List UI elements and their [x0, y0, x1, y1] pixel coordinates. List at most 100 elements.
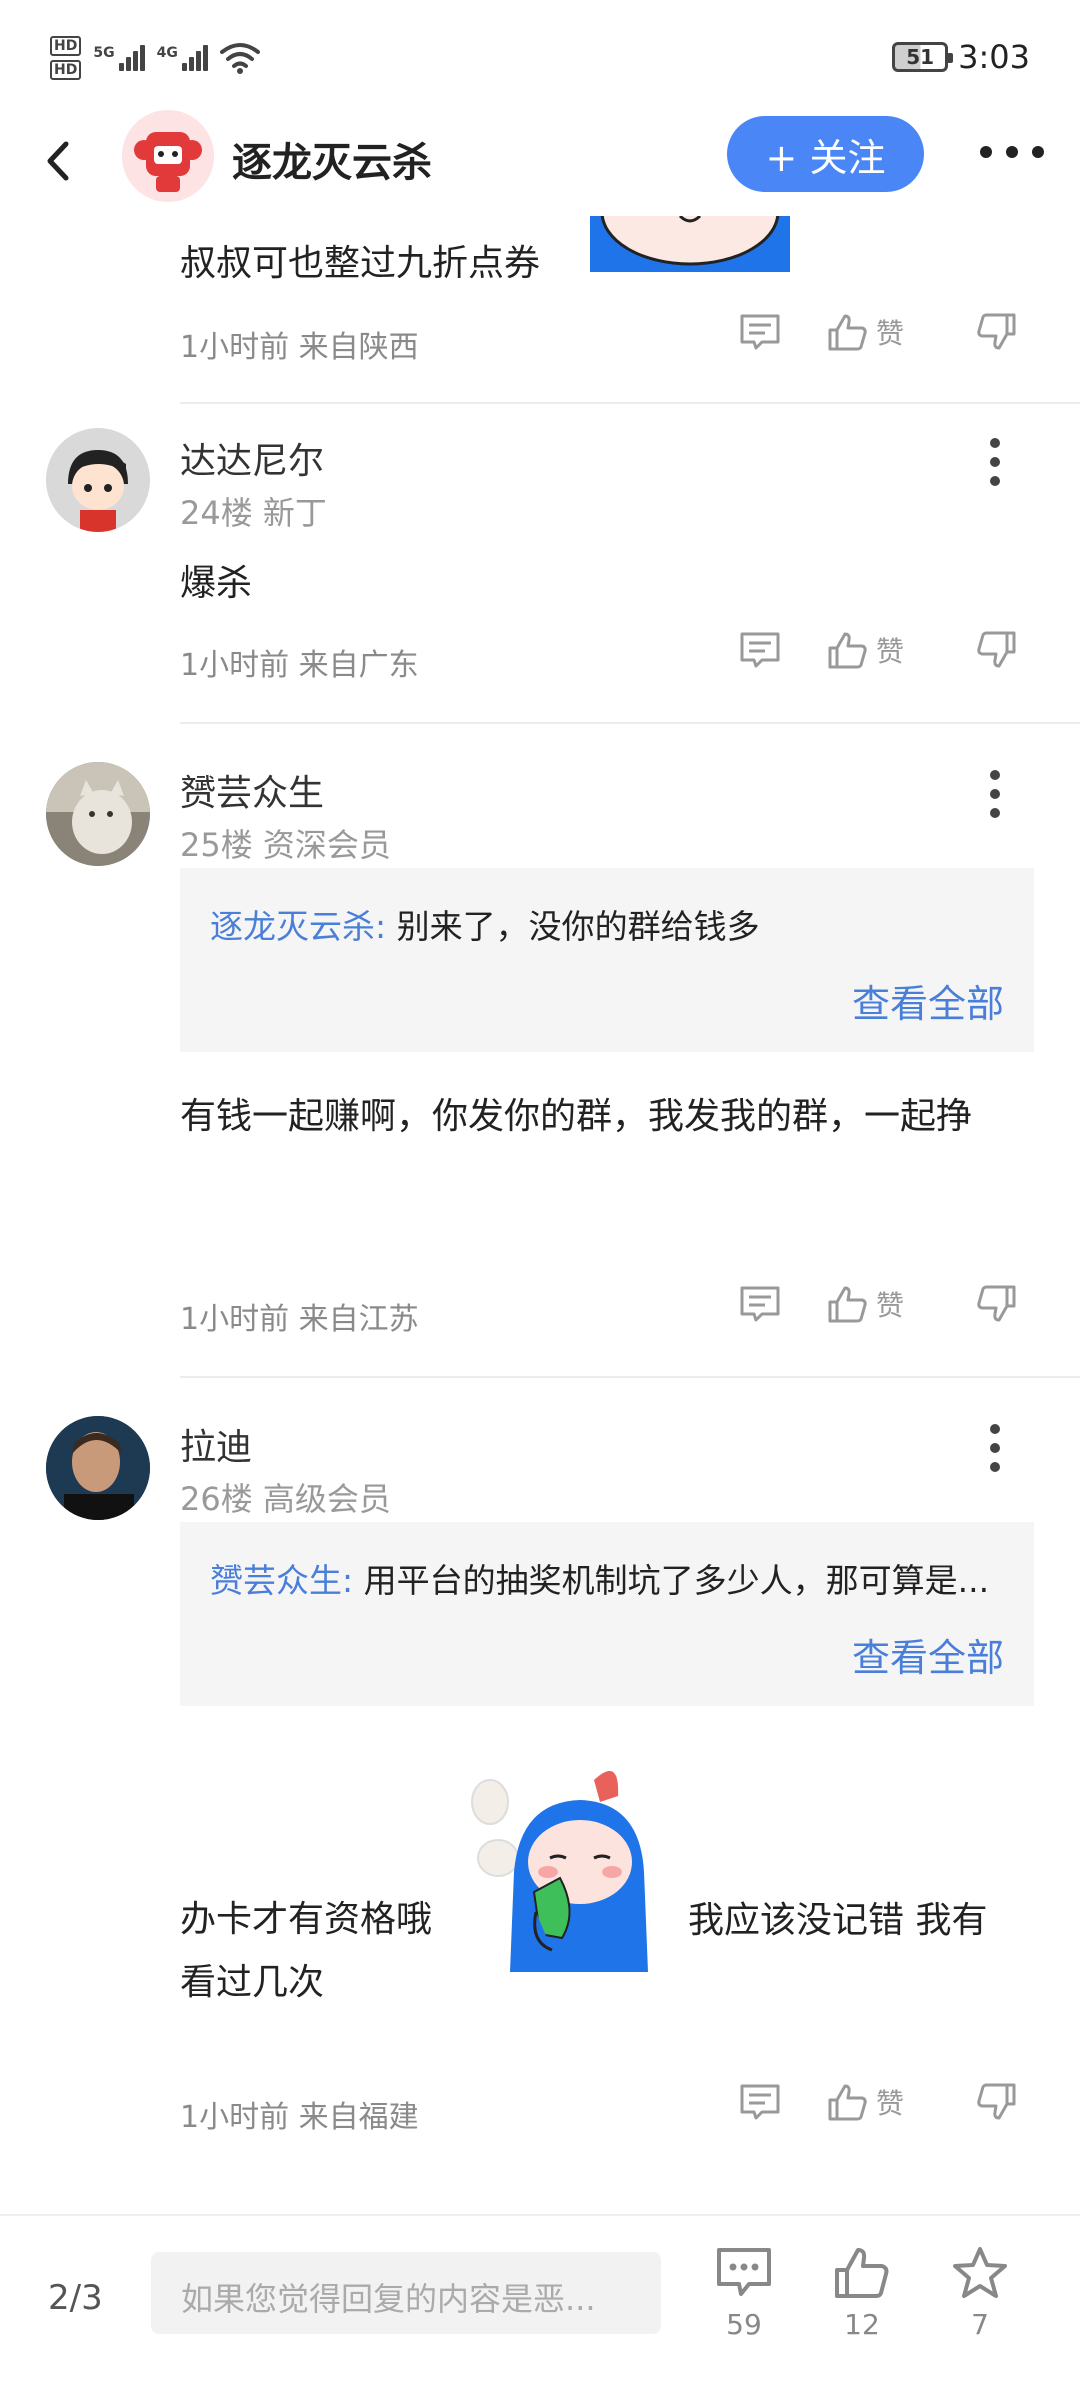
- like-label: 赞: [876, 635, 905, 668]
- hd-indicator: HD HD: [50, 36, 82, 80]
- signal-5g-icon: 5G: [93, 45, 145, 71]
- thumbs-up-icon: [828, 2084, 867, 2121]
- battery-level: 51: [906, 45, 935, 69]
- comment-meta: 1小时前 来自陕西 赞: [0, 312, 1080, 372]
- quoted-reply[interactable]: 逐龙灭云杀: 别来了，没你的群给钱多 查看全部: [180, 868, 1034, 1052]
- page-indicator[interactable]: 2/3: [48, 2278, 103, 2318]
- comment-time-location: 1小时前 来自福建: [180, 2100, 419, 2135]
- kebab-icon[interactable]: [990, 438, 1002, 486]
- avatar[interactable]: [46, 1416, 150, 1520]
- thumbs-down-icon: [977, 313, 1016, 350]
- avatar-image: [46, 762, 150, 866]
- more-icon[interactable]: [980, 146, 1044, 158]
- favorite-button[interactable]: 7: [940, 2246, 1020, 2341]
- star-icon: [953, 2247, 1007, 2298]
- thumbs-up-icon: [828, 314, 867, 351]
- thumbs-down-icon: [977, 631, 1016, 668]
- comment-count: 59: [726, 2308, 762, 2341]
- network-label-4g: 4G: [156, 45, 178, 61]
- quote-author[interactable]: 赟芸众生:: [210, 1561, 353, 1600]
- avatar-image: [46, 1416, 150, 1520]
- like-label: 赞: [876, 317, 905, 350]
- list-item: 达达尼尔 24楼 新丁 爆杀 1小时前 来自广东 赞: [0, 404, 1080, 756]
- comment-icon: [740, 1286, 780, 1322]
- hd-label-2: HD: [50, 60, 82, 80]
- clock: 3:03: [958, 38, 1030, 76]
- like-button[interactable]: 赞: [826, 2082, 904, 2122]
- kebab-icon[interactable]: [990, 1424, 1002, 1472]
- star-count: 7: [971, 2308, 989, 2341]
- reply-button[interactable]: [738, 312, 782, 352]
- like-button[interactable]: 赞: [826, 630, 904, 670]
- quote-text: 别来了，没你的群给钱多: [386, 907, 760, 946]
- thumbs-up-icon: [835, 2248, 889, 2298]
- reply-button[interactable]: [738, 1284, 782, 1324]
- reply-button[interactable]: [738, 2082, 782, 2122]
- comment-time-location: 1小时前 来自江苏: [180, 1302, 419, 1337]
- like-button[interactable]: 赞: [826, 1284, 904, 1324]
- avatar[interactable]: [46, 762, 150, 866]
- back-icon[interactable]: [34, 136, 84, 186]
- wifi-icon: [219, 43, 260, 74]
- network-label-5g: 5G: [93, 45, 115, 61]
- like-button[interactable]: 赞: [826, 312, 904, 352]
- comment-meta: 1小时前 来自江苏 赞: [0, 1284, 1080, 1344]
- status-bar: HD HD 5G 4G 51 3:03: [0, 0, 1080, 110]
- quote-line: 逐龙灭云杀: 别来了，没你的群给钱多: [210, 900, 1010, 948]
- mascot-icon: [122, 110, 214, 202]
- comment-meta: 1小时前 来自福建 赞: [0, 2082, 1080, 2142]
- comment-meta: 1小时前 来自广东 赞: [0, 630, 1080, 690]
- kebab-icon[interactable]: [990, 770, 1002, 818]
- view-all-link[interactable]: 查看全部: [852, 973, 1004, 1028]
- comment-text: 有钱一起赚啊，你发你的群，我发我的群，一起挣: [180, 1096, 973, 1137]
- like-label: 赞: [876, 1289, 905, 1322]
- avatar[interactable]: [46, 428, 150, 532]
- quote-line: 赟芸众生: 用平台的抽奖机制坑了多少人，那可算是...: [210, 1554, 1010, 1602]
- dislike-button[interactable]: [976, 630, 1018, 670]
- reply-input[interactable]: 如果您觉得回复的内容是恶...: [151, 2252, 661, 2334]
- quote-text: 用平台的抽奖机制坑了多少人，那可算是...: [353, 1561, 990, 1600]
- divider: [180, 1376, 1080, 1378]
- username[interactable]: 拉迪: [180, 1418, 252, 1470]
- list-item: 拉迪 26楼 高级会员 赟芸众生: 用平台的抽奖机制坑了多少人，那可算是... …: [0, 1410, 1080, 2210]
- like-label: 赞: [876, 2087, 905, 2120]
- like-post-button[interactable]: 12: [822, 2246, 902, 2341]
- username[interactable]: 达达尼尔: [180, 432, 324, 484]
- hd-label-1: HD: [50, 36, 82, 56]
- comment-time-location: 1小时前 来自广东: [180, 648, 419, 683]
- username[interactable]: 赟芸众生: [180, 764, 324, 816]
- reply-button[interactable]: [738, 630, 782, 670]
- comments-button[interactable]: 59: [704, 2246, 784, 2341]
- floor-info: 25楼 资深会员: [180, 826, 391, 864]
- header-avatar[interactable]: [122, 110, 214, 202]
- dislike-button[interactable]: [976, 2082, 1018, 2122]
- avatar-image: [46, 428, 150, 532]
- thumbs-up-icon: [828, 1286, 867, 1323]
- like-count: 12: [844, 2308, 880, 2341]
- comment-icon: [740, 632, 780, 668]
- quoted-reply[interactable]: 赟芸众生: 用平台的抽奖机制坑了多少人，那可算是... 查看全部: [180, 1522, 1034, 1706]
- comment-list: 叔叔可也整过九折点券 1小时前 来自陕西 赞 达达尼尔 24楼 新丁 爆杀 1小…: [0, 216, 1080, 2214]
- comment-text: 爆杀: [180, 563, 253, 604]
- comment-icon: [717, 2248, 771, 2296]
- comment-time-location: 1小时前 来自陕西: [180, 330, 419, 365]
- page-title: 逐龙灭云杀: [232, 140, 432, 186]
- comment-icon: [740, 2084, 780, 2120]
- list-item: 赟芸众生 25楼 资深会员 逐龙灭云杀: 别来了，没你的群给钱多 查看全部 有钱…: [0, 756, 1080, 1410]
- follow-button[interactable]: + 关注: [727, 116, 924, 192]
- divider: [180, 722, 1080, 724]
- status-left: HD HD 5G 4G: [50, 36, 260, 80]
- quote-author[interactable]: 逐龙灭云杀:: [210, 907, 386, 946]
- dislike-button[interactable]: [976, 312, 1018, 352]
- view-all-link[interactable]: 查看全部: [852, 1627, 1004, 1682]
- signal-4g-icon: 4G: [157, 45, 208, 71]
- sticker-image: [590, 216, 790, 272]
- bottom-bar: 2/3 如果您觉得回复的内容是恶... 59 12 7: [0, 2214, 1080, 2388]
- thumbs-down-icon: [977, 1285, 1016, 1322]
- comment-text-part2: 我应该没记错 我有看过几次: [180, 1900, 988, 2003]
- dislike-button[interactable]: [976, 1284, 1018, 1324]
- header: 逐龙灭云杀 + 关注: [0, 110, 1080, 220]
- floor-info: 26楼 高级会员: [180, 1480, 391, 1518]
- list-item: 叔叔可也整过九折点券 1小时前 来自陕西 赞: [0, 216, 1080, 404]
- floor-info: 24楼 新丁: [180, 494, 327, 532]
